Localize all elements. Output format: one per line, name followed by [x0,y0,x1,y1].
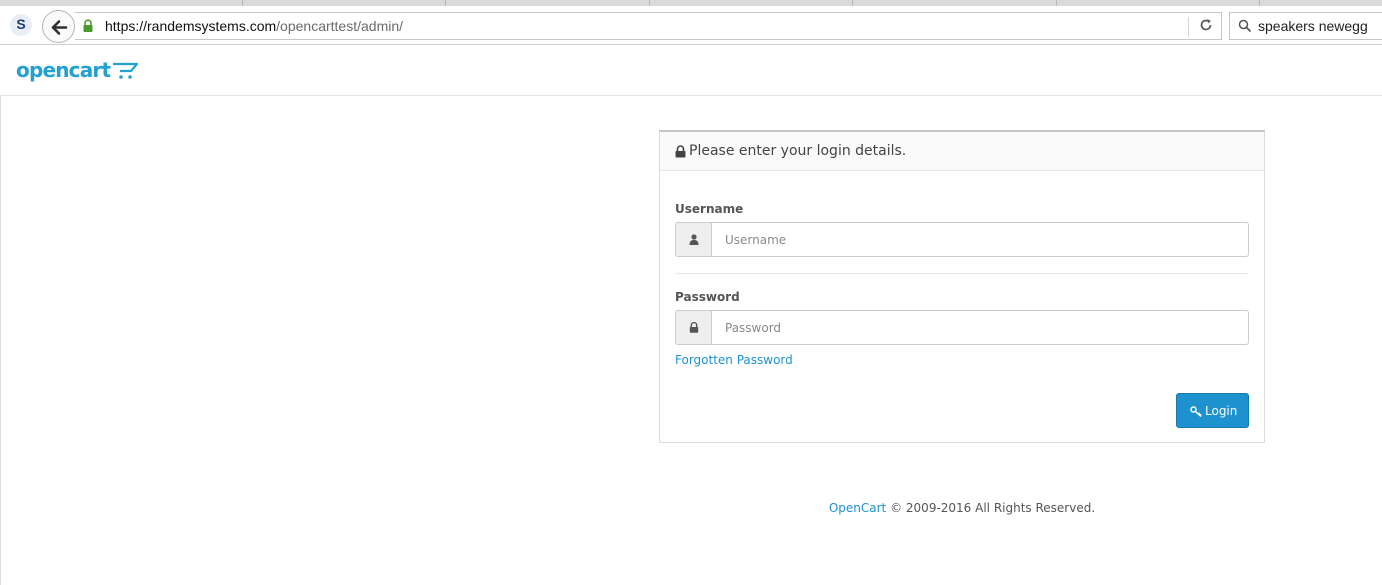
s-extension-icon[interactable]: S [10,14,32,36]
key-icon [1190,406,1202,417]
page-left-border [0,96,1,585]
search-text: speakers newegg [1258,18,1368,34]
password-input[interactable] [713,311,1247,344]
footer: OpenCart © 2009-2016 All Rights Reserved… [659,501,1265,515]
username-addon [676,223,712,256]
url-separator [1188,17,1189,37]
password-label: Password [675,290,740,304]
url-host: https://randemsystems.com [105,18,277,34]
footer-copyright: © 2009-2016 All Rights Reserved. [890,501,1096,515]
login-button-label: Login [1205,404,1238,418]
url-path: /opencarttest/admin/ [276,18,404,34]
opencart-footer-link[interactable]: OpenCart [829,501,886,515]
shopping-cart-icon [113,62,138,79]
login-button[interactable]: Login [1176,393,1249,428]
reload-icon[interactable] [1199,18,1213,32]
search-bar[interactable]: speakers newegg [1229,12,1382,40]
back-button[interactable] [42,10,75,43]
secure-lock-icon [83,19,93,32]
page-header: opencart [0,45,1382,96]
user-icon [689,234,699,245]
url-bar[interactable]: https://randemsystems.com/opencarttest/a… [75,12,1222,40]
username-label: Username [675,202,744,216]
username-input-group [675,222,1249,257]
search-icon [1238,19,1252,33]
username-input[interactable] [713,223,1247,256]
lock-icon [675,145,686,158]
form-divider [675,273,1249,274]
lock-icon [689,322,699,333]
password-addon [676,311,712,344]
logo-text: opencart [16,58,111,82]
panel-title: Please enter your login details. [689,143,907,159]
login-panel: Please enter your login details. Usernam… [659,130,1265,443]
forgotten-password-link[interactable]: Forgotten Password [675,353,793,367]
back-arrow-icon [51,20,68,35]
panel-heading: Please enter your login details. [660,132,1264,171]
url-text: https://randemsystems.com/opencarttest/a… [105,18,403,34]
password-input-group [675,310,1249,345]
browser-toolbar: S https://randemsystems.com/opencarttest… [0,6,1382,45]
